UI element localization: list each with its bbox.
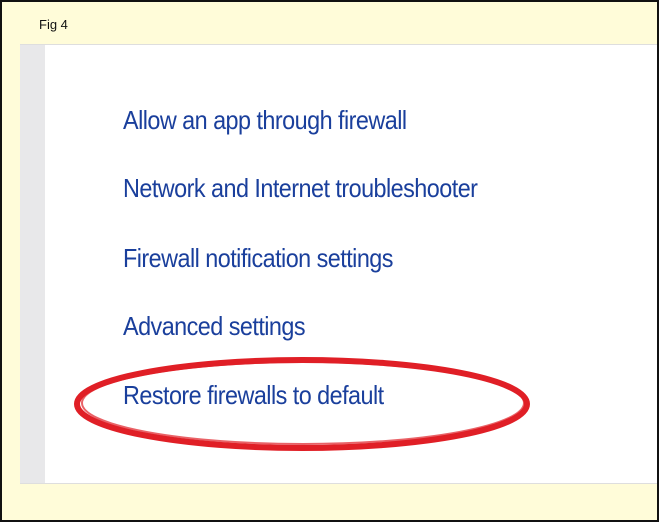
firewall-tasks-panel: Allow an app through firewall Network an… — [20, 44, 657, 484]
sidebar-strip — [20, 45, 45, 483]
firewall-notification-settings-link[interactable]: Firewall notification settings — [123, 242, 393, 274]
firewall-links-list: Allow an app through firewall Network an… — [123, 45, 643, 483]
allow-app-through-firewall-link[interactable]: Allow an app through firewall — [123, 104, 407, 136]
advanced-settings-link[interactable]: Advanced settings — [123, 310, 306, 342]
restore-firewalls-default-link[interactable]: Restore firewalls to default — [123, 379, 384, 411]
figure-frame: Fig 4 Allow an app through firewall Netw… — [0, 0, 659, 522]
figure-label: Fig 4 — [39, 17, 68, 32]
network-troubleshooter-link[interactable]: Network and Internet troubleshooter — [123, 172, 478, 204]
